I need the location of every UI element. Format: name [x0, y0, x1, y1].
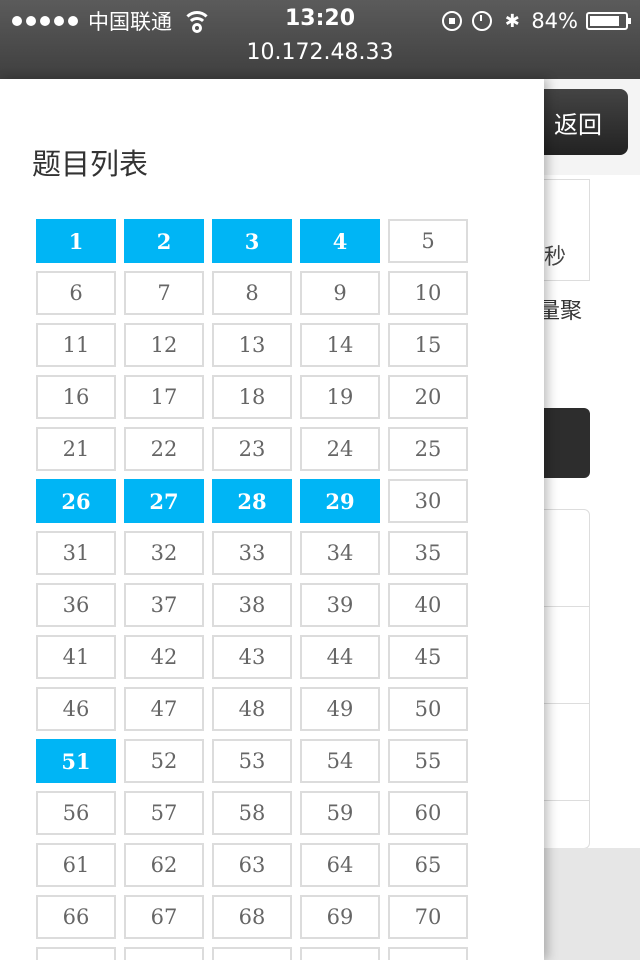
question-cell-21[interactable]: 21	[36, 427, 116, 471]
question-cell-71[interactable]: 71	[36, 947, 116, 960]
question-cell-68[interactable]: 68	[212, 895, 292, 939]
partial-question-text: 量聚	[538, 299, 583, 324]
question-cell-45[interactable]: 45	[388, 635, 468, 679]
question-cell-41[interactable]: 41	[36, 635, 116, 679]
question-cell-3[interactable]: 3	[212, 219, 292, 263]
question-cell-57[interactable]: 57	[124, 791, 204, 835]
question-cell-13[interactable]: 13	[212, 323, 292, 367]
question-cell-66[interactable]: 66	[36, 895, 116, 939]
question-cell-27[interactable]: 27	[124, 479, 204, 523]
question-cell-75[interactable]: 75	[388, 947, 468, 960]
url-address[interactable]: 10.172.48.33	[0, 40, 640, 65]
question-cell-8[interactable]: 8	[212, 271, 292, 315]
question-cell-17[interactable]: 17	[124, 375, 204, 419]
question-cell-16[interactable]: 16	[36, 375, 116, 419]
question-cell-12[interactable]: 12	[124, 323, 204, 367]
question-cell-60[interactable]: 60	[388, 791, 468, 835]
question-cell-1[interactable]: 1	[36, 219, 116, 263]
question-cell-52[interactable]: 52	[124, 739, 204, 783]
question-cell-22[interactable]: 22	[124, 427, 204, 471]
question-cell-67[interactable]: 67	[124, 895, 204, 939]
question-cell-56[interactable]: 56	[36, 791, 116, 835]
question-cell-28[interactable]: 28	[212, 479, 292, 523]
question-cell-6[interactable]: 6	[36, 271, 116, 315]
question-cell-46[interactable]: 46	[36, 687, 116, 731]
question-cell-23[interactable]: 23	[212, 427, 292, 471]
question-cell-9[interactable]: 9	[300, 271, 380, 315]
question-cell-36[interactable]: 36	[36, 583, 116, 627]
rotation-lock-icon	[441, 10, 463, 32]
question-cell-61[interactable]: 61	[36, 843, 116, 887]
question-cell-4[interactable]: 4	[300, 219, 380, 263]
question-cell-48[interactable]: 48	[212, 687, 292, 731]
question-cell-58[interactable]: 58	[212, 791, 292, 835]
question-cell-14[interactable]: 14	[300, 323, 380, 367]
question-cell-20[interactable]: 20	[388, 375, 468, 419]
question-cell-2[interactable]: 2	[124, 219, 204, 263]
question-cell-62[interactable]: 62	[124, 843, 204, 887]
question-cell-69[interactable]: 69	[300, 895, 380, 939]
question-cell-30[interactable]: 30	[388, 479, 468, 523]
question-grid: 1 2 3 4 5 6 7 8 9 10 11 12 13 14 15 16 17 18 19 20 21 22 23 24 2…	[36, 219, 476, 960]
question-cell-24[interactable]: 24	[300, 427, 380, 471]
question-cell-33[interactable]: 33	[212, 531, 292, 575]
question-cell-31[interactable]: 31	[36, 531, 116, 575]
question-list-drawer: 题目列表 1 2 3 4 5 6 7 8 9 10 11 12 13 14 15 16 17 18 19 20 21 22…	[0, 79, 544, 960]
question-cell-34[interactable]: 34	[300, 531, 380, 575]
question-cell-63[interactable]: 63	[212, 843, 292, 887]
question-cell-5[interactable]: 5	[388, 219, 468, 263]
question-cell-19[interactable]: 19	[300, 375, 380, 419]
question-cell-47[interactable]: 47	[124, 687, 204, 731]
question-cell-15[interactable]: 15	[388, 323, 468, 367]
battery-icon	[586, 12, 631, 30]
question-cell-65[interactable]: 65	[388, 843, 468, 887]
question-cell-51[interactable]: 51	[36, 739, 116, 783]
question-cell-40[interactable]: 40	[388, 583, 468, 627]
back-button-label: 返回	[554, 110, 602, 139]
question-cell-72[interactable]: 72	[124, 947, 204, 960]
alarm-icon	[471, 10, 493, 32]
question-cell-54[interactable]: 54	[300, 739, 380, 783]
drawer-title: 题目列表	[32, 147, 149, 181]
question-cell-53[interactable]: 53	[212, 739, 292, 783]
timer-unit: 秒	[544, 245, 567, 270]
bluetooth-icon: ✱	[504, 10, 520, 32]
question-cell-10[interactable]: 10	[388, 271, 468, 315]
question-cell-43[interactable]: 43	[212, 635, 292, 679]
battery-fill	[590, 16, 619, 26]
question-cell-74[interactable]: 74	[300, 947, 380, 960]
question-cell-42[interactable]: 42	[124, 635, 204, 679]
question-cell-59[interactable]: 59	[300, 791, 380, 835]
question-cell-7[interactable]: 7	[124, 271, 204, 315]
status-bar: 中国联通 13:20 ✱ 84% 10.172.48.33	[0, 0, 640, 79]
question-cell-18[interactable]: 18	[212, 375, 292, 419]
question-cell-70[interactable]: 70	[388, 895, 468, 939]
question-cell-29[interactable]: 29	[300, 479, 380, 523]
status-right: ✱ 84%	[441, 6, 631, 36]
question-cell-25[interactable]: 25	[388, 427, 468, 471]
question-cell-64[interactable]: 64	[300, 843, 380, 887]
question-cell-37[interactable]: 37	[124, 583, 204, 627]
question-cell-49[interactable]: 49	[300, 687, 380, 731]
question-cell-44[interactable]: 44	[300, 635, 380, 679]
question-cell-39[interactable]: 39	[300, 583, 380, 627]
battery-percentage: 84%	[531, 9, 578, 33]
question-cell-50[interactable]: 50	[388, 687, 468, 731]
question-cell-35[interactable]: 35	[388, 531, 468, 575]
question-cell-55[interactable]: 55	[388, 739, 468, 783]
question-cell-26[interactable]: 26	[36, 479, 116, 523]
question-cell-73[interactable]: 73	[212, 947, 292, 960]
bottom-bar	[530, 848, 640, 960]
question-cell-38[interactable]: 38	[212, 583, 292, 627]
question-cell-11[interactable]: 11	[36, 323, 116, 367]
question-cell-32[interactable]: 32	[124, 531, 204, 575]
